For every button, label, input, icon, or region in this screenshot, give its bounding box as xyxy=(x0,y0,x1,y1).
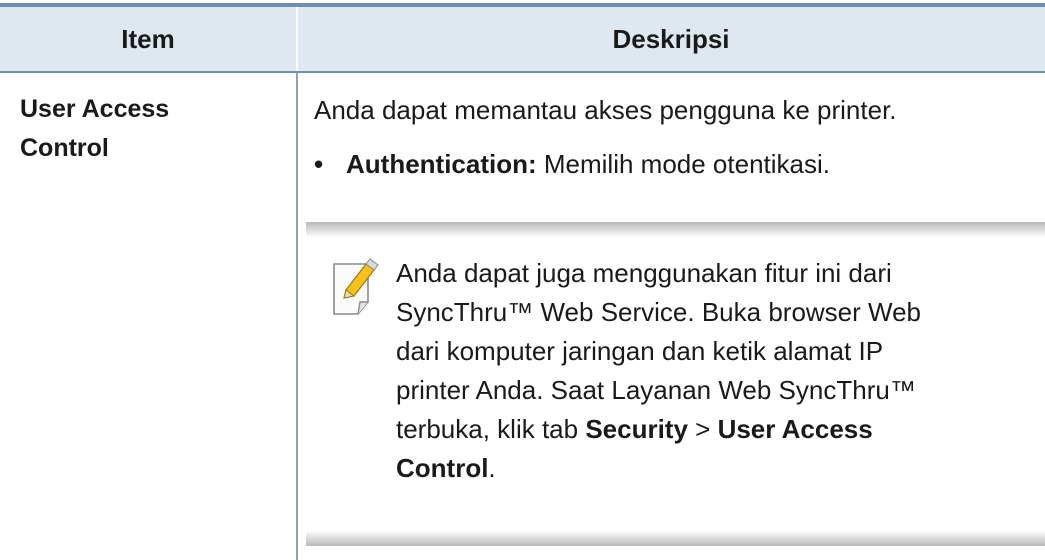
note-line-2: SyncThru™ Web Service. Buka browser Web xyxy=(396,297,922,327)
header-bottom-rule xyxy=(0,71,1045,73)
note-top-shade xyxy=(306,222,1045,238)
note-security: Security xyxy=(585,414,688,444)
note-pencil-icon xyxy=(333,258,379,315)
note-control: Control xyxy=(396,453,489,483)
note-user-access: User Access xyxy=(717,414,873,444)
bullet-item: • Authentication: Memilih mode otentikas… xyxy=(314,146,830,182)
column-divider xyxy=(296,73,298,560)
bullet-term: Authentication: xyxy=(346,149,537,179)
note-line-5: terbuka, klik tab Security > User Access xyxy=(396,410,996,449)
header-description: Deskripsi xyxy=(612,23,730,54)
item-name-line2: Control xyxy=(20,134,109,162)
description-table: Item Deskripsi User Access Control Anda … xyxy=(0,0,1045,560)
note-separator: > xyxy=(687,414,718,444)
header-item: Item xyxy=(121,23,175,54)
row-item-name: User Access Control xyxy=(20,90,280,168)
bullet-text: Memilih mode otentikasi. xyxy=(536,149,830,179)
note-line-3: dari komputer jaringan dan ketik alamat … xyxy=(396,336,884,366)
note-line-1: Anda dapat juga menggunakan fitur ini da… xyxy=(396,258,892,288)
note-bottom-shade xyxy=(306,530,1045,546)
note-text: Anda dapat juga menggunakan fitur ini da… xyxy=(396,254,996,488)
bullet-symbol: • xyxy=(314,149,324,179)
note-line-5-prefix: terbuka, klik tab xyxy=(396,414,586,444)
note-line-4: printer Anda. Saat Layanan Web SyncThru™ xyxy=(396,375,916,405)
note-period: . xyxy=(488,453,496,483)
item-name-line1: User Access xyxy=(20,95,170,123)
row-description: Anda dapat memantau akses pengguna ke pr… xyxy=(314,95,897,125)
note-line-6: Control. xyxy=(396,449,996,488)
bullet-content: Authentication: Memilih mode otentikasi. xyxy=(346,146,830,182)
